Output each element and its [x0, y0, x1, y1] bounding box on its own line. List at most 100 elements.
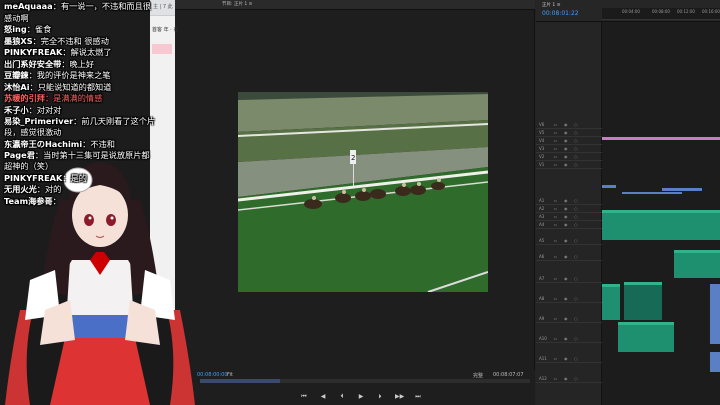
- eye-icon[interactable]: ◉: [564, 276, 568, 281]
- eye-icon[interactable]: ◉: [564, 206, 568, 211]
- lock-icon[interactable]: ▫: [554, 356, 557, 361]
- track-label[interactable]: A10: [539, 336, 547, 341]
- audio-clip[interactable]: [710, 352, 720, 372]
- audio-clip[interactable]: [602, 210, 720, 240]
- audio-clip[interactable]: [674, 250, 720, 278]
- monitor-scrubber[interactable]: [200, 379, 530, 383]
- video-clip[interactable]: [622, 192, 682, 194]
- time-ruler[interactable]: 00:04:00 00:08:00 00:12:00 00:16:00: [602, 8, 720, 20]
- track-label[interactable]: A7: [539, 276, 544, 281]
- mute-icon[interactable]: ○: [574, 336, 578, 341]
- tab-sequence[interactable]: 正片 1 ≡: [542, 2, 561, 8]
- lock-icon[interactable]: ▫: [554, 336, 557, 341]
- track-label[interactable]: V2: [539, 154, 544, 159]
- eye-icon[interactable]: ◉: [564, 146, 568, 151]
- lock-icon[interactable]: ▫: [554, 198, 557, 203]
- track-label[interactable]: V4: [539, 138, 544, 143]
- eye-icon[interactable]: ◉: [564, 154, 568, 159]
- eye-icon[interactable]: ◉: [564, 214, 568, 219]
- video-clip[interactable]: [662, 188, 702, 191]
- eye-icon[interactable]: ◉: [564, 130, 568, 135]
- track-label[interactable]: A11: [539, 356, 547, 361]
- track-label[interactable]: A9: [539, 316, 544, 321]
- eye-icon[interactable]: ◉: [564, 222, 568, 227]
- lock-icon[interactable]: ▫: [554, 206, 557, 211]
- eye-icon[interactable]: ◉: [564, 162, 568, 167]
- track-label[interactable]: A2: [539, 206, 544, 211]
- track-label[interactable]: A5: [539, 238, 544, 243]
- eye-icon[interactable]: ◉: [564, 316, 568, 321]
- lock-icon[interactable]: ▫: [554, 130, 557, 135]
- mute-icon[interactable]: ○: [574, 206, 578, 211]
- mute-icon[interactable]: ○: [574, 146, 578, 151]
- audio-clip[interactable]: [710, 284, 720, 344]
- mute-icon[interactable]: ○: [574, 254, 578, 259]
- track-label[interactable]: A4: [539, 222, 544, 227]
- track-label[interactable]: V5: [539, 130, 544, 135]
- lock-icon[interactable]: ▫: [554, 154, 557, 159]
- mute-icon[interactable]: ○: [574, 162, 578, 167]
- step-back-icon[interactable]: ◀: [319, 392, 327, 402]
- lock-icon[interactable]: ▫: [554, 316, 557, 321]
- lock-icon[interactable]: ▫: [554, 296, 557, 301]
- track-label[interactable]: V1: [539, 162, 544, 167]
- track-label[interactable]: V6: [539, 122, 544, 127]
- lock-icon[interactable]: ▫: [554, 276, 557, 281]
- lock-icon[interactable]: ▫: [554, 254, 557, 259]
- eye-icon[interactable]: ◉: [564, 356, 568, 361]
- track-area[interactable]: [602, 22, 720, 405]
- eye-icon[interactable]: ◉: [564, 122, 568, 127]
- lock-icon[interactable]: ▫: [554, 122, 557, 127]
- mute-icon[interactable]: ○: [574, 214, 578, 219]
- audio-clip[interactable]: [624, 282, 662, 320]
- quality-select[interactable]: 完整: [473, 372, 483, 379]
- mute-icon[interactable]: ○: [574, 138, 578, 143]
- lock-icon[interactable]: ▫: [554, 138, 557, 143]
- mute-icon[interactable]: ○: [574, 198, 578, 203]
- lock-icon[interactable]: ▫: [554, 238, 557, 243]
- eye-icon[interactable]: ◉: [564, 336, 568, 341]
- step-forward-icon[interactable]: ▶▶: [395, 392, 404, 402]
- track-label[interactable]: A8: [539, 296, 544, 301]
- adjustment-clip[interactable]: [602, 137, 720, 140]
- play-icon[interactable]: ▶: [357, 392, 365, 402]
- eye-icon[interactable]: ◉: [564, 238, 568, 243]
- track-label[interactable]: A12: [539, 376, 547, 381]
- go-to-in-icon[interactable]: ⏮: [300, 392, 308, 402]
- lock-icon[interactable]: ▫: [554, 376, 557, 381]
- frame-forward-icon[interactable]: ⏵: [376, 392, 384, 402]
- mute-icon[interactable]: ○: [574, 276, 578, 281]
- frame-back-icon[interactable]: ⏴: [338, 392, 346, 402]
- audio-clip[interactable]: [602, 284, 620, 320]
- track-label[interactable]: V3: [539, 146, 544, 151]
- eye-icon[interactable]: ◉: [564, 138, 568, 143]
- eye-icon[interactable]: ◉: [564, 254, 568, 259]
- lock-icon[interactable]: ▫: [554, 162, 557, 167]
- zoom-select[interactable]: Fit: [227, 372, 233, 378]
- lock-icon[interactable]: ▫: [554, 214, 557, 219]
- audio-clip[interactable]: [618, 322, 674, 352]
- program-monitor: 节目: 正片 1 ≡ 2 00:08:00:00 Fit 完整 00:08:07…: [175, 0, 535, 405]
- eye-icon[interactable]: ◉: [564, 376, 568, 381]
- mute-icon[interactable]: ○: [574, 130, 578, 135]
- mute-icon[interactable]: ○: [574, 154, 578, 159]
- mute-icon[interactable]: ○: [574, 222, 578, 227]
- lock-icon[interactable]: ▫: [554, 222, 557, 227]
- mute-icon[interactable]: ○: [574, 296, 578, 301]
- eye-icon[interactable]: ◉: [564, 296, 568, 301]
- mute-icon[interactable]: ○: [574, 376, 578, 381]
- track-label[interactable]: A3: [539, 214, 544, 219]
- video-clip[interactable]: [602, 185, 616, 188]
- go-to-out-icon[interactable]: ⏭: [414, 392, 422, 402]
- track-label[interactable]: A1: [539, 198, 544, 203]
- eye-icon[interactable]: ◉: [564, 198, 568, 203]
- lock-icon[interactable]: ▫: [554, 146, 557, 151]
- mute-icon[interactable]: ○: [574, 238, 578, 243]
- tab-program-monitor[interactable]: 节目: 正片 1 ≡: [222, 1, 252, 7]
- track-label[interactable]: A6: [539, 254, 544, 259]
- timeline-timecode[interactable]: 00:08:01:22: [542, 10, 579, 17]
- playhead-timecode[interactable]: 00:08:00:00: [197, 372, 228, 378]
- mute-icon[interactable]: ○: [574, 122, 578, 127]
- mute-icon[interactable]: ○: [574, 356, 578, 361]
- mute-icon[interactable]: ○: [574, 316, 578, 321]
